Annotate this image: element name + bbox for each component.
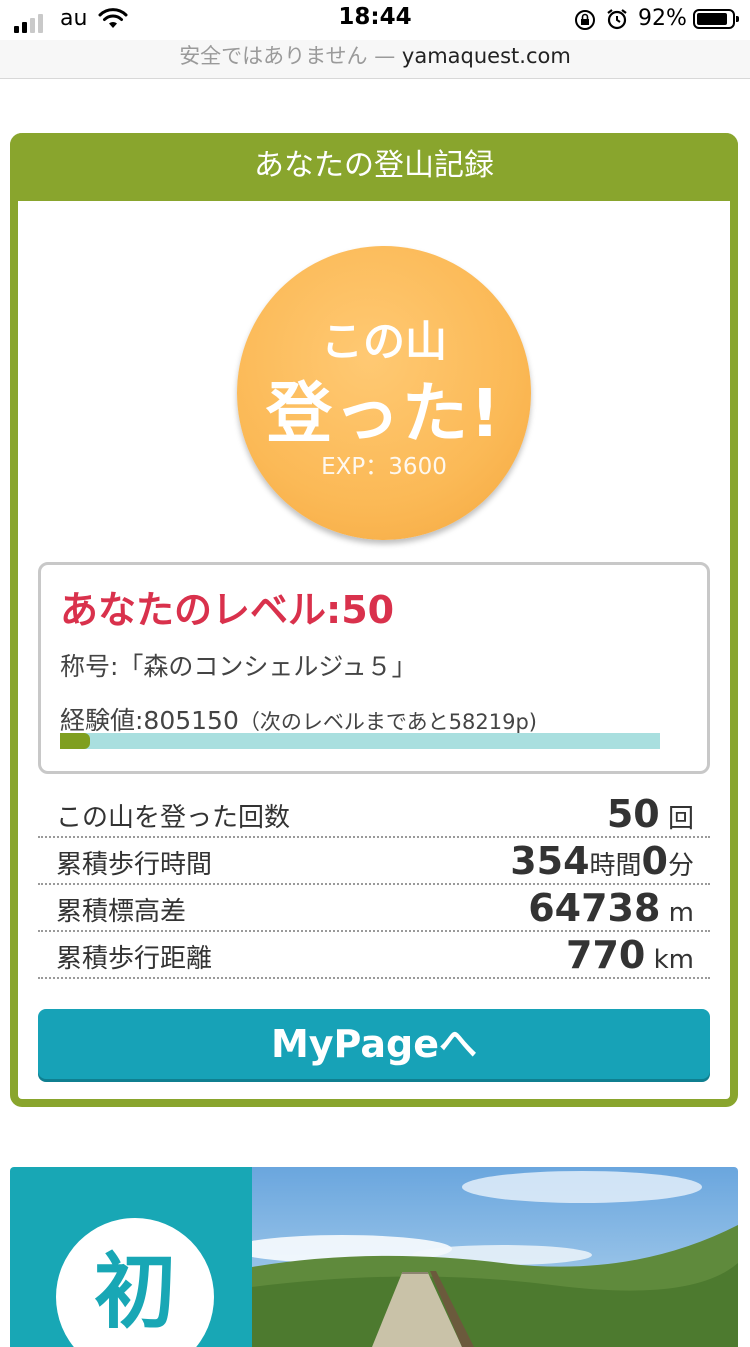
- stats-list: この山を登った回数 50 回累積歩行時間 354時間0分 累積標高差 64738 m 累積…: [38, 791, 710, 979]
- banner-char: 初: [93, 1245, 176, 1340]
- battery-icon: [693, 9, 739, 29]
- stat-number: 770: [566, 933, 646, 977]
- stat-number: 50: [606, 792, 660, 836]
- badge-exp: EXP：3600: [321, 454, 447, 480]
- alarm-icon: [605, 7, 629, 35]
- stat-number: 64738: [528, 886, 661, 930]
- experience-progress-fill: [60, 733, 90, 749]
- stat-number: 0: [641, 839, 668, 883]
- url-bar[interactable]: 安全ではありません — yamaquest.com: [0, 40, 750, 79]
- level-title: あなたのレベル:50: [60, 588, 395, 632]
- stat-label: この山を登った回数: [56, 803, 291, 833]
- experience-label: 経験値:805150（次のレベルまであと58219p): [60, 701, 537, 737]
- stat-value: 50 回: [607, 792, 694, 836]
- stat-row: 累積歩行距離 770 km: [38, 932, 710, 979]
- stat-value: 770 km: [566, 933, 694, 977]
- beginner-banner[interactable]: 初: [10, 1167, 738, 1347]
- stat-row: この山を登った回数 50 回: [38, 791, 710, 838]
- battery-percent: 92%: [638, 6, 687, 31]
- rank-title: 称号:「森のコンシェルジュ５」: [60, 652, 417, 681]
- banner-circle: 初: [56, 1218, 214, 1347]
- stat-unit: km: [645, 945, 694, 975]
- stat-value: 64738 m: [528, 886, 694, 930]
- climbing-record-card: あなたの登山記録 この山 登った! EXP：3600 あなたのレベル:50 称号…: [10, 133, 738, 1107]
- level-box: あなたのレベル:50 称号:「森のコンシェルジュ５」 経験値:805150（次の…: [38, 562, 710, 774]
- stat-number: 354: [510, 839, 590, 883]
- stat-unit: 回: [659, 804, 694, 834]
- stat-unit: m: [660, 898, 694, 928]
- stat-label: 累積歩行時間: [56, 850, 213, 880]
- experience-value: 経験値:805150: [60, 706, 239, 735]
- url-domain: yamaquest.com: [401, 44, 571, 68]
- stat-row: 累積標高差 64738 m: [38, 885, 710, 932]
- security-warning: 安全ではありません —: [179, 44, 396, 68]
- stat-value: 354時間0分: [510, 839, 694, 883]
- boardwalk-photo: [252, 1167, 738, 1347]
- stat-row: 累積歩行時間 354時間0分: [38, 838, 710, 885]
- stat-label: 累積標高差: [56, 897, 187, 927]
- mypage-button[interactable]: MyPageへ: [38, 1009, 710, 1079]
- banner-label-panel: 初: [10, 1167, 252, 1347]
- experience-progress-bar: [60, 733, 660, 749]
- stat-unit: 時間: [589, 851, 642, 881]
- status-bar: au 18:44 92%: [0, 0, 750, 40]
- experience-remaining: （次のレベルまであと58219p): [238, 710, 537, 734]
- stat-unit: 分: [667, 851, 694, 881]
- climbed-badge: この山 登った! EXP：3600: [237, 246, 531, 540]
- stat-label: 累積歩行距離: [56, 944, 213, 974]
- card-header: あなたの登山記録: [10, 133, 738, 201]
- badge-text-climbed: 登った!: [265, 375, 503, 452]
- rotation-lock-icon: [574, 9, 596, 35]
